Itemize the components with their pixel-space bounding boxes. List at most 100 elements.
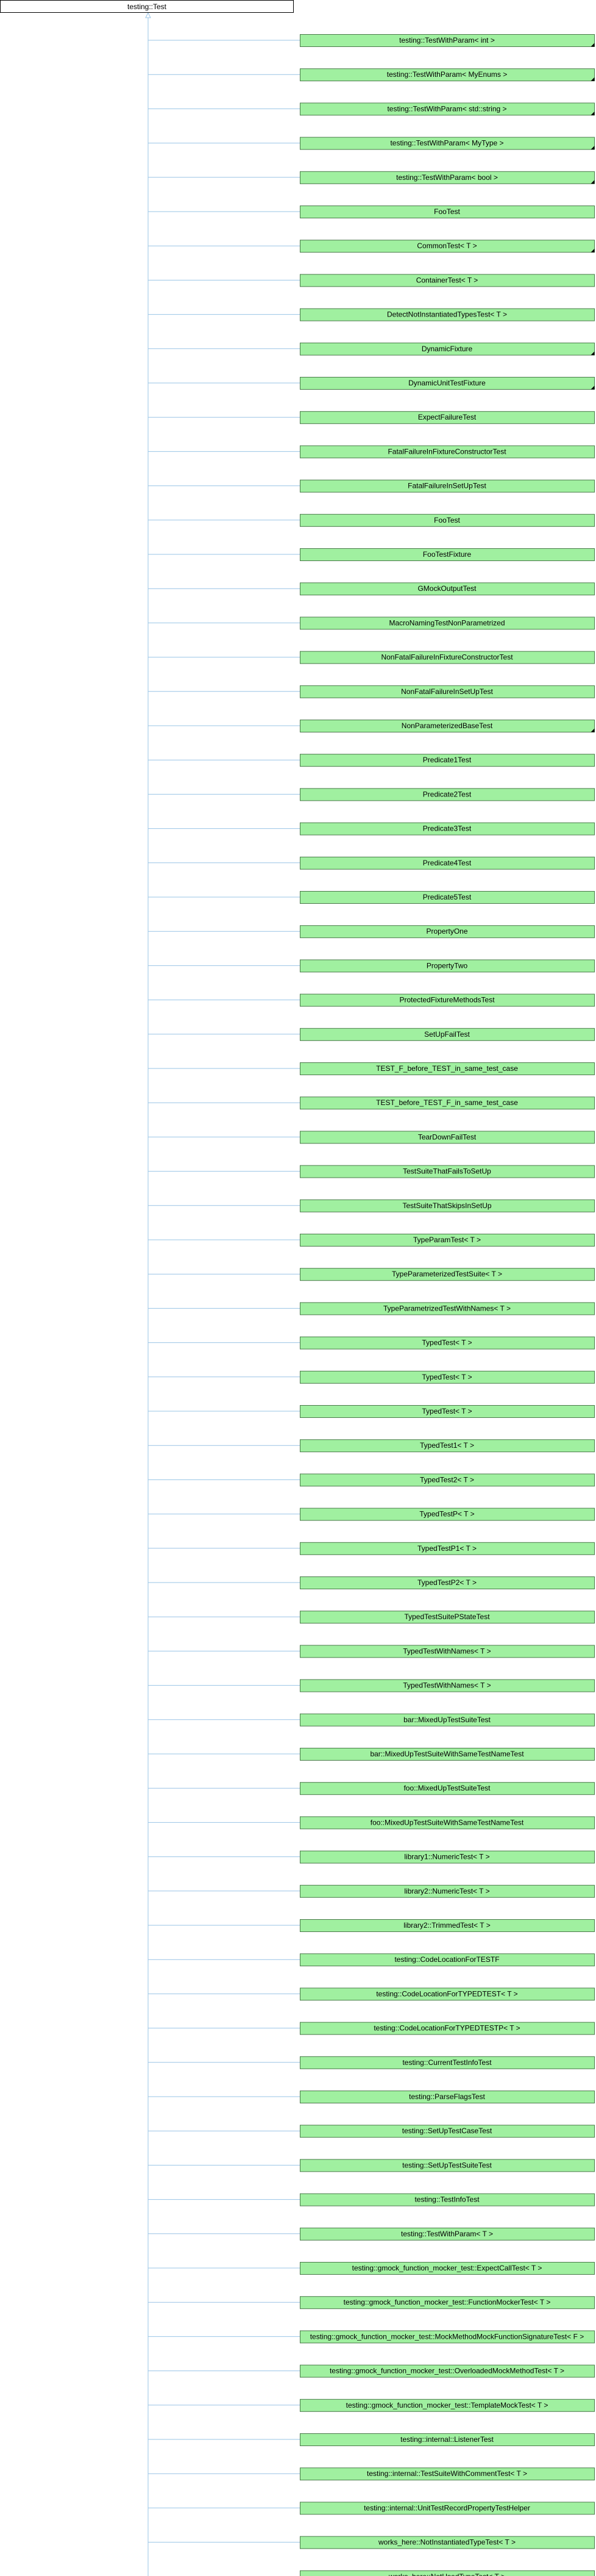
class-node[interactable]: DynamicUnitTestFixture [300, 377, 595, 390]
class-node[interactable]: NonFatalFailureInFixtureConstructorTest [300, 651, 595, 664]
class-node[interactable]: FatalFailureInSetUpTest [300, 479, 595, 493]
class-node[interactable]: TypeParameterizedTestSuite< T > [300, 1268, 595, 1281]
class-node[interactable]: FatalFailureInFixtureConstructorTest [300, 445, 595, 459]
class-node[interactable]: library2::TrimmedTest< T > [300, 1919, 595, 1932]
class-node-label: TestSuiteThatSkipsInSetUp [402, 1201, 491, 1210]
class-node-label: bar::MixedUpTestSuiteTest [403, 1716, 491, 1724]
class-node[interactable]: TypedTest< T > [300, 1370, 595, 1384]
class-node[interactable]: Predicate3Test [300, 822, 595, 835]
class-node[interactable]: TypedTest1< T > [300, 1439, 595, 1453]
class-node-label: testing::CurrentTestInfoTest [402, 2058, 492, 2067]
class-node-label: works_here::NotInstantiatedTypeTest< T > [378, 2538, 516, 2547]
class-node[interactable]: TypedTestP2< T > [300, 1576, 595, 1589]
class-node[interactable]: foo::MixedUpTestSuiteWithSameTestNameTes… [300, 1816, 595, 1830]
class-node[interactable]: testing::TestWithParam< int > [300, 34, 595, 47]
root-node[interactable]: testing::Test [0, 0, 294, 13]
class-node[interactable]: TypedTestP< T > [300, 1508, 595, 1521]
class-node[interactable]: TypedTestSuitePStateTest [300, 1611, 595, 1624]
class-node[interactable]: TEST_before_TEST_F_in_same_test_case [300, 1097, 595, 1110]
class-node-label: testing::internal::ListenerTest [400, 2435, 494, 2444]
class-node[interactable]: DetectNotInstantiatedTypesTest< T > [300, 308, 595, 321]
class-node-label: FooTest [434, 516, 460, 524]
class-node[interactable]: PropertyOne [300, 925, 595, 939]
class-node[interactable]: testing::internal::ListenerTest [300, 2433, 595, 2446]
class-node[interactable]: testing::TestWithParam< MyType > [300, 137, 595, 150]
class-node[interactable]: PropertyTwo [300, 959, 595, 973]
class-node[interactable]: TypedTest2< T > [300, 1473, 595, 1487]
class-node-label: GMockOutputTest [417, 584, 477, 593]
class-node[interactable]: FooTest [300, 513, 595, 527]
class-node[interactable]: ExpectFailureTest [300, 411, 595, 424]
class-node[interactable]: testing::TestWithParam< T > [300, 2227, 595, 2241]
class-node[interactable]: TypedTestP1< T > [300, 1542, 595, 1555]
class-node-label: SetUpFailTest [424, 1030, 470, 1039]
class-node[interactable]: testing::internal::UnitTestRecordPropert… [300, 2502, 595, 2515]
class-node[interactable]: testing::CodeLocationForTYPEDTESTP< T > [300, 2022, 595, 2035]
class-node[interactable]: testing::ParseFlagsTest [300, 2091, 595, 2103]
class-node-label: DynamicUnitTestFixture [408, 379, 486, 387]
class-node[interactable]: ProtectedFixtureMethodsTest [300, 993, 595, 1007]
class-node-label: NonFatalFailureInFixtureConstructorTest [381, 653, 513, 662]
class-node-label: testing::TestWithParam< int > [399, 36, 495, 45]
class-node-label: foo::MixedUpTestSuiteWithSameTestNameTes… [371, 1818, 524, 1826]
class-node[interactable]: bar::MixedUpTestSuiteTest [300, 1713, 595, 1726]
class-node[interactable]: DynamicFixture [300, 342, 595, 356]
class-node[interactable]: ContainerTest< T > [300, 274, 595, 287]
class-node[interactable]: TypedTest< T > [300, 1405, 595, 1418]
class-node[interactable]: CommonTest< T > [300, 240, 595, 253]
class-node[interactable]: testing::TestWithParam< MyEnums > [300, 68, 595, 82]
class-node[interactable]: testing::TestWithParam< std::string > [300, 102, 595, 116]
class-node[interactable]: library1::NumericTest< T > [300, 1850, 595, 1864]
class-node[interactable]: testing::TestWithParam< bool > [300, 171, 595, 184]
class-node-label: testing::SetUpTestCaseTest [402, 2127, 492, 2135]
class-node-label: testing::TestWithParam< T > [401, 2230, 493, 2238]
class-node[interactable]: TestSuiteThatSkipsInSetUp [300, 1199, 595, 1212]
class-node[interactable]: works_here::NotUsedTypeTest< T > [300, 2570, 595, 2576]
class-node[interactable]: TypedTestWithNames< T > [300, 1679, 595, 1692]
class-node[interactable]: Predicate5Test [300, 891, 595, 904]
class-node[interactable]: testing::internal::TestSuiteWithCommentT… [300, 2467, 595, 2481]
class-node[interactable]: foo::MixedUpTestSuiteTest [300, 1782, 595, 1795]
class-node-label: TypeParameterizedTestSuite< T > [392, 1270, 502, 1278]
class-node[interactable]: Predicate4Test [300, 856, 595, 870]
class-node[interactable]: testing::TestInfoTest [300, 2193, 595, 2206]
class-node[interactable]: testing::CodeLocationForTYPEDTEST< T > [300, 1987, 595, 2001]
class-node[interactable]: FooTest [300, 206, 595, 218]
class-node[interactable]: FooTestFixture [300, 548, 595, 561]
class-node[interactable]: GMockOutputTest [300, 582, 595, 596]
class-node[interactable]: testing::CurrentTestInfoTest [300, 2056, 595, 2069]
class-node[interactable]: testing::gmock_function_mocker_test::Moc… [300, 2330, 595, 2344]
class-node[interactable]: NonParameterizedBaseTest [300, 720, 595, 732]
class-node[interactable]: TypedTestWithNames< T > [300, 1645, 595, 1658]
class-node[interactable]: TypeParamTest< T > [300, 1234, 595, 1247]
class-node[interactable]: testing::SetUpTestSuiteTest [300, 2159, 595, 2172]
class-node[interactable]: TypedTest< T > [300, 1336, 595, 1350]
class-node-label: testing::gmock_function_mocker_test::Fun… [344, 2298, 551, 2306]
class-node-label: ExpectFailureTest [418, 413, 477, 421]
class-node-label: library2::NumericTest< T > [404, 1887, 489, 1895]
class-node[interactable]: Predicate2Test [300, 788, 595, 801]
class-node[interactable]: MacroNamingTestNonParametrized [300, 617, 595, 630]
class-node[interactable]: TEST_F_before_TEST_in_same_test_case [300, 1062, 595, 1075]
class-node[interactable]: testing::SetUpTestCaseTest [300, 2125, 595, 2138]
class-node-label: library1::NumericTest< T > [404, 1853, 489, 1861]
class-node[interactable]: TestSuiteThatFailsToSetUp [300, 1165, 595, 1178]
class-node[interactable]: testing::gmock_function_mocker_test::Fun… [300, 2296, 595, 2309]
class-node[interactable]: testing::gmock_function_mocker_test::Tem… [300, 2399, 595, 2412]
class-node[interactable]: TypeParametrizedTestWithNames< T > [300, 1302, 595, 1315]
class-node[interactable]: bar::MixedUpTestSuiteWithSameTestNameTes… [300, 1748, 595, 1761]
class-node[interactable]: SetUpFailTest [300, 1028, 595, 1041]
class-node-label: NonParameterizedBaseTest [402, 721, 493, 730]
class-node[interactable]: TearDownFailTest [300, 1131, 595, 1144]
class-node[interactable]: NonFatalFailureInSetUpTest [300, 685, 595, 698]
class-node-label: TypeParametrizedTestWithNames< T > [383, 1304, 511, 1312]
class-node[interactable]: library2::NumericTest< T > [300, 1884, 595, 1898]
class-node-label: MacroNamingTestNonParametrized [389, 618, 505, 627]
class-node-label: FooTest [434, 207, 460, 216]
class-node[interactable]: Predicate1Test [300, 754, 595, 767]
class-node-label: CommonTest< T > [417, 242, 477, 250]
class-node[interactable]: testing::gmock_function_mocker_test::Exp… [300, 2262, 595, 2275]
class-node[interactable]: testing::CodeLocationForTESTF [300, 1953, 595, 1967]
class-node[interactable]: works_here::NotInstantiatedTypeTest< T > [300, 2536, 595, 2549]
class-node[interactable]: testing::gmock_function_mocker_test::Ove… [300, 2364, 595, 2378]
